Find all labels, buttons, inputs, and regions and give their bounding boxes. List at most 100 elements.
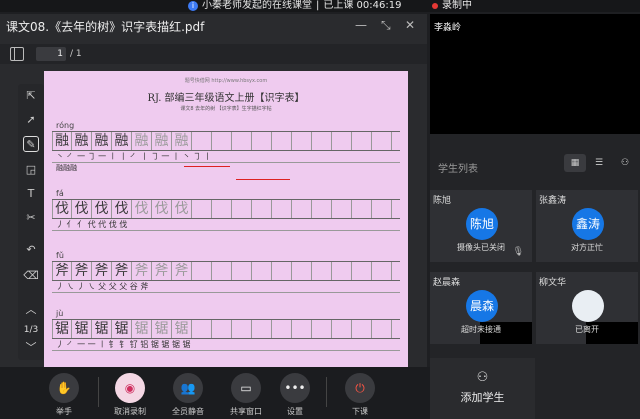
character-cell: 融 bbox=[72, 132, 92, 150]
character-cell: 融 bbox=[372, 132, 392, 150]
minimize-icon[interactable]: — bbox=[355, 18, 367, 32]
page-number-input[interactable]: 1 bbox=[36, 47, 66, 61]
end-class-button[interactable]: ⏻ 下课 bbox=[338, 373, 382, 417]
page-indicator: 1/3 bbox=[23, 325, 39, 335]
avatar-photo bbox=[572, 290, 604, 322]
stroke-order: 丿 ㇏ 丿 ㇏ 父 父 父 谷 斧 bbox=[52, 281, 400, 293]
page-total: / 1 bbox=[70, 49, 82, 59]
pdf-subheading: 课文8 去年的树 【识字表】生字描红字帖 bbox=[180, 106, 272, 112]
character-cell: 融 bbox=[312, 132, 332, 150]
document-panel: 课文08.《去年的树》识字表描红.pdf — ⤡ ✕ 1 / 1 题号快借网 h… bbox=[0, 14, 427, 371]
top-bar: i 小秦老师发起的在线课堂 | 已上课 00:46:19 录制中 bbox=[0, 0, 640, 12]
character-cell: 伐 bbox=[332, 200, 352, 218]
character-cell: 锯 bbox=[172, 320, 192, 338]
practice-row: fá伐伐伐伐伐伐伐伐伐伐伐伐伐伐伐伐伐丿 亻 亻 代 代 伐 伐 bbox=[52, 189, 400, 231]
class-timer: 已上课 00:46:19 bbox=[323, 0, 402, 11]
pdf-url: 题号快借网 http://www.hbsyx.com bbox=[184, 78, 268, 84]
character-cell: 伐 bbox=[152, 200, 172, 218]
character-grid: 斧斧斧斧斧斧斧斧斧斧斧斧斧斧斧斧斧 bbox=[52, 261, 400, 281]
pinyin-label: róng bbox=[56, 121, 75, 130]
character-grid: 融融融融融融融融融融融融融融融融融 bbox=[52, 131, 400, 151]
practice-row: jù锯锯锯锯锯锯锯锯锯锯锯锯锯锯锯锯锯丿 ㇒ 一 一 ㇑ 钅 钅 钌 铝 锯 锯… bbox=[52, 309, 400, 351]
character-cell: 融 bbox=[332, 132, 352, 150]
character-cell: 伐 bbox=[352, 200, 372, 218]
student-tile[interactable]: 陈旭 陈旭 摄像头已关闭 🎙 bbox=[430, 190, 532, 262]
character-grid: 锯锯锯锯锯锯锯锯锯锯锯锯锯锯锯锯锯 bbox=[52, 319, 400, 339]
add-student-button[interactable]: ⚇ 添加学生 bbox=[430, 358, 535, 419]
page-down-icon[interactable]: ﹀ bbox=[23, 340, 39, 356]
student-tile[interactable]: 张鑫涛 鑫涛 对方正忙 bbox=[536, 190, 638, 262]
list-view-icon[interactable]: ☰ bbox=[588, 154, 610, 172]
stroke-order: 丶 ㇒ 一 ㇆ 一 ㇑ 丨 ㇒ 丨 ㇆ 一 丨 丶 ㇆ 丨 bbox=[52, 151, 400, 163]
character-cell: 斧 bbox=[212, 262, 232, 280]
sidebar-toggle-icon[interactable] bbox=[10, 47, 24, 61]
character-cell: 伐 bbox=[312, 200, 332, 218]
expand-icon[interactable]: ⇱ bbox=[23, 88, 39, 104]
shapes-icon[interactable]: ◲ bbox=[23, 162, 39, 178]
character-cell: 锯 bbox=[372, 320, 392, 338]
eraser-icon[interactable]: ⌫ bbox=[23, 268, 39, 284]
more-icon: ••• bbox=[280, 373, 310, 403]
avatar: 鑫涛 bbox=[572, 208, 604, 240]
document-toolbar: 1 / 1 bbox=[0, 44, 427, 64]
participants-panel: 李淼岭 学生列表 ▦ ☰ ⚇ 陈旭 陈旭 摄像头已关闭 🎙 张鑫涛 鑫涛 对方正… bbox=[430, 14, 640, 419]
character-cell: 伐 bbox=[372, 200, 392, 218]
character-cell: 斧 bbox=[292, 262, 312, 280]
share-window-button[interactable]: ▭ 共享窗口 bbox=[224, 373, 268, 417]
character-cell: 斧 bbox=[112, 262, 132, 280]
restore-icon[interactable]: ⤡ bbox=[381, 18, 391, 33]
page-up-icon[interactable]: ︿ bbox=[23, 302, 39, 318]
character-cell: 伐 bbox=[252, 200, 272, 218]
student-tile[interactable]: 赵晨森 晨森 超时未接通 bbox=[430, 272, 532, 344]
student-tile[interactable]: 柳文华 已离开 bbox=[536, 272, 638, 344]
pinyin-label: jù bbox=[56, 309, 64, 318]
info-icon[interactable]: i bbox=[188, 1, 198, 11]
pdf-page[interactable]: 题号快借网 http://www.hbsyx.com RJ. 部编三年级语文上册… bbox=[44, 71, 408, 371]
teacher-video[interactable]: 李淼岭 bbox=[430, 14, 640, 134]
mute-all-button[interactable]: 👥 全员静音 bbox=[166, 373, 210, 417]
character-cell: 斧 bbox=[332, 262, 352, 280]
pointer-icon[interactable]: ➚ bbox=[23, 112, 39, 128]
recording-indicator: 录制中 bbox=[432, 0, 472, 12]
character-cell: 融 bbox=[112, 132, 132, 150]
character-cell: 斧 bbox=[132, 262, 152, 280]
character-cell: 伐 bbox=[272, 200, 292, 218]
character-cell: 锯 bbox=[192, 320, 212, 338]
character-cell: 锯 bbox=[272, 320, 292, 338]
character-cell: 斧 bbox=[272, 262, 292, 280]
avatar: 晨森 bbox=[466, 290, 498, 322]
character-cell: 伐 bbox=[172, 200, 192, 218]
character-cell: 锯 bbox=[232, 320, 252, 338]
cancel-recording-button[interactable]: ◉ 取消录制 bbox=[108, 373, 152, 417]
person-icon[interactable]: ⚇ bbox=[614, 154, 636, 172]
character-cell: 伐 bbox=[292, 200, 312, 218]
practice-text: 融融融 bbox=[56, 164, 77, 172]
character-cell: 伐 bbox=[212, 200, 232, 218]
character-cell: 锯 bbox=[132, 320, 152, 338]
character-cell: 斧 bbox=[372, 262, 392, 280]
add-person-icon: ⚇ bbox=[476, 370, 489, 385]
character-cell: 融 bbox=[292, 132, 312, 150]
class-status: i 小秦老师发起的在线课堂 | 已上课 00:46:19 bbox=[188, 0, 401, 12]
character-cell: 融 bbox=[272, 132, 292, 150]
mute-all-icon: 👥 bbox=[173, 373, 203, 403]
character-cell: 伐 bbox=[92, 200, 112, 218]
character-cell: 伐 bbox=[192, 200, 212, 218]
pen-icon[interactable]: ✎ bbox=[23, 136, 39, 152]
raise-hand-button[interactable]: ✋ 举手 bbox=[42, 373, 86, 417]
character-cell: 斧 bbox=[92, 262, 112, 280]
students-list-label: 学生列表 bbox=[438, 164, 478, 175]
power-icon: ⏻ bbox=[345, 373, 375, 403]
grid-view-icon[interactable]: ▦ bbox=[564, 154, 586, 172]
character-cell: 锯 bbox=[112, 320, 132, 338]
share-window-icon: ▭ bbox=[231, 373, 261, 403]
character-cell: 伐 bbox=[112, 200, 132, 218]
text-icon[interactable]: T bbox=[23, 186, 39, 202]
settings-button[interactable]: ••• 设置 bbox=[273, 373, 317, 417]
character-cell: 锯 bbox=[152, 320, 172, 338]
close-icon[interactable]: ✕ bbox=[405, 18, 415, 32]
character-cell: 融 bbox=[172, 132, 192, 150]
undo-icon[interactable]: ↶ bbox=[23, 242, 39, 258]
scissors-icon[interactable]: ✂ bbox=[23, 210, 39, 226]
character-cell: 锯 bbox=[52, 320, 72, 338]
